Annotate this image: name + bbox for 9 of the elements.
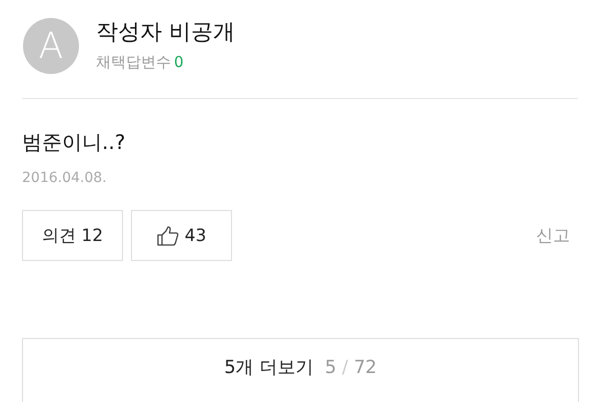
more-button[interactable]: 5개 더보기 5 / 72	[22, 338, 579, 402]
answer-text: 범준이니..?	[22, 129, 126, 156]
answer-date: 2016.04.08.	[22, 170, 108, 186]
adopted-count: 0	[174, 52, 184, 72]
like-button[interactable]: 43	[131, 210, 232, 261]
adopted-label: 채택답변수	[96, 52, 171, 72]
thumbs-up-icon	[156, 226, 179, 246]
comments-button[interactable]: 의견 12	[22, 210, 123, 261]
author-name: 작성자 비공개	[96, 18, 235, 46]
